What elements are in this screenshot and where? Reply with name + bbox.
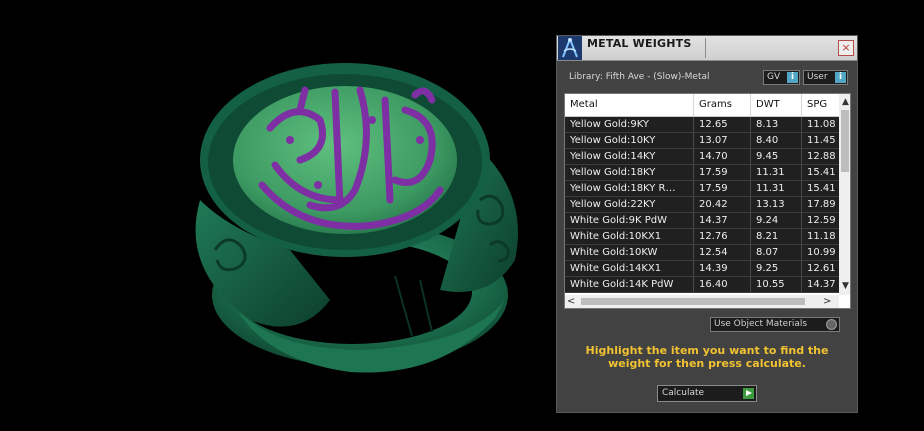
cell-metal: Yellow Gold:14KY — [565, 149, 694, 164]
cell-spg: 12.88 — [807, 151, 836, 162]
cell-spg: 12.61 — [807, 263, 836, 274]
close-icon[interactable]: × — [838, 40, 854, 56]
cell-dwt: 10.55 — [751, 277, 802, 292]
cell-dwt: 9.45 — [751, 149, 802, 164]
table-row[interactable]: Yellow Gold:18KY R… 17.59 11.31 15.41 — [565, 181, 839, 197]
cell-grams: 14.39 — [694, 261, 751, 276]
cell-metal: Yellow Gold:10KY — [565, 133, 694, 148]
3d-viewport[interactable] — [0, 0, 555, 427]
cell-spg: 12.59 — [807, 215, 836, 226]
cell-spg: 14.37 — [807, 279, 836, 290]
table-row[interactable]: Yellow Gold:18KY 17.59 11.31 15.41 — [565, 165, 839, 181]
cell-spg: 11.45 — [807, 135, 836, 146]
cell-metal: White Gold:9K PdW — [565, 213, 694, 228]
compass-logo-icon — [558, 36, 582, 60]
radio-icon — [826, 319, 837, 330]
cell-spg: 11.08 — [807, 119, 836, 130]
cell-dwt: 8.21 — [751, 229, 802, 244]
cell-dwt: 13.13 — [751, 197, 802, 212]
cell-spg: 11.18 — [807, 231, 836, 242]
table-row[interactable]: White Gold:10KW 12.54 8.07 10.99 — [565, 245, 839, 261]
gv-toggle-button[interactable]: GV i — [763, 70, 800, 85]
cell-grams: 20.42 — [694, 197, 751, 212]
info-icon: i — [787, 72, 798, 83]
table-row[interactable]: Yellow Gold:14KY 14.70 9.45 12.88 — [565, 149, 839, 165]
metal-weights-table[interactable]: Metal Grams DWT SPG Yellow Gold:9KY 12.6… — [564, 93, 851, 309]
cell-spg: 10.99 — [807, 247, 836, 258]
table-body: Yellow Gold:9KY 12.65 8.13 11.08 Yellow … — [565, 117, 839, 293]
cell-grams: 17.59 — [694, 181, 751, 196]
user-toggle-button[interactable]: User i — [803, 70, 848, 85]
cell-grams: 12.65 — [694, 117, 751, 132]
ring-face — [233, 86, 457, 234]
scroll-right-arrow-icon[interactable]: > — [823, 295, 835, 308]
column-header-grams[interactable]: Grams — [694, 94, 751, 116]
horizontal-scrollbar[interactable]: < > — [565, 295, 839, 308]
use-object-materials-label: Use Object Materials — [714, 319, 808, 329]
column-header-metal[interactable]: Metal — [565, 94, 694, 116]
vertical-scrollbar[interactable]: ▲ ▼ — [839, 94, 850, 295]
cell-dwt: 9.25 — [751, 261, 802, 276]
scroll-left-arrow-icon[interactable]: < — [567, 295, 579, 308]
info-icon: i — [835, 72, 846, 83]
column-header-spg[interactable]: SPG — [802, 94, 839, 116]
signet-ring-render — [195, 63, 518, 373]
titlebar-divider — [705, 38, 706, 58]
cell-grams: 14.37 — [694, 213, 751, 228]
table-row[interactable]: White Gold:14K PdW 16.40 10.55 14.37 — [565, 277, 839, 293]
table-row[interactable]: White Gold:14KX1 14.39 9.25 12.61 — [565, 261, 839, 277]
scroll-down-arrow-icon[interactable]: ▼ — [839, 280, 850, 292]
cell-metal: Yellow Gold:18KY R… — [565, 181, 694, 196]
table-header-row: Metal Grams DWT SPG — [565, 94, 850, 117]
cell-grams: 17.59 — [694, 165, 751, 180]
cell-grams: 12.76 — [694, 229, 751, 244]
vertical-scroll-thumb[interactable] — [841, 110, 849, 172]
cell-dwt: 9.24 — [751, 213, 802, 228]
library-label: Library: Fifth Ave - (Slow)-Metal — [569, 72, 710, 82]
table-row[interactable]: Yellow Gold:10KY 13.07 8.40 11.45 — [565, 133, 839, 149]
panel-title: METAL WEIGHTS — [587, 37, 692, 50]
cell-dwt: 8.40 — [751, 133, 802, 148]
cell-dwt: 11.31 — [751, 165, 802, 180]
cell-dwt: 8.13 — [751, 117, 802, 132]
gv-toggle-label: GV — [767, 72, 781, 82]
cell-metal: White Gold:14KX1 — [565, 261, 694, 276]
calculate-button[interactable]: Calculate — [657, 385, 757, 402]
cell-metal: White Gold:14K PdW — [565, 277, 694, 292]
cell-metal: Yellow Gold:9KY — [565, 117, 694, 132]
cell-grams: 12.54 — [694, 245, 751, 260]
cell-metal: Yellow Gold:22KY — [565, 197, 694, 212]
table-row[interactable]: Yellow Gold:22KY 20.42 13.13 17.89 — [565, 197, 839, 213]
cell-spg: 17.89 — [807, 199, 836, 210]
cell-metal: White Gold:10KW — [565, 245, 694, 260]
column-header-dwt[interactable]: DWT — [751, 94, 802, 116]
cell-grams: 14.70 — [694, 149, 751, 164]
cell-dwt: 8.07 — [751, 245, 802, 260]
instruction-text: Highlight the item you want to find the … — [585, 344, 829, 370]
table-row[interactable]: Yellow Gold:9KY 12.65 8.13 11.08 — [565, 117, 839, 133]
cell-metal: Yellow Gold:18KY — [565, 165, 694, 180]
metal-weights-panel: METAL WEIGHTS × Library: Fifth Ave - (Sl… — [556, 35, 858, 413]
horizontal-scroll-thumb[interactable] — [581, 298, 805, 305]
scroll-up-arrow-icon[interactable]: ▲ — [839, 96, 850, 108]
cell-metal: White Gold:10KX1 — [565, 229, 694, 244]
cell-dwt: 11.31 — [751, 181, 802, 196]
cell-spg: 15.41 — [807, 183, 836, 194]
calculate-label: Calculate — [662, 388, 705, 398]
cell-spg: 15.41 — [807, 167, 836, 178]
play-icon — [743, 388, 754, 399]
panel-titlebar[interactable]: METAL WEIGHTS × — [557, 36, 857, 61]
cell-grams: 16.40 — [694, 277, 751, 292]
user-toggle-label: User — [807, 72, 828, 82]
cell-grams: 13.07 — [694, 133, 751, 148]
table-row[interactable]: White Gold:9K PdW 14.37 9.24 12.59 — [565, 213, 839, 229]
use-object-materials-toggle[interactable]: Use Object Materials — [710, 317, 840, 332]
table-row[interactable]: White Gold:10KX1 12.76 8.21 11.18 — [565, 229, 839, 245]
